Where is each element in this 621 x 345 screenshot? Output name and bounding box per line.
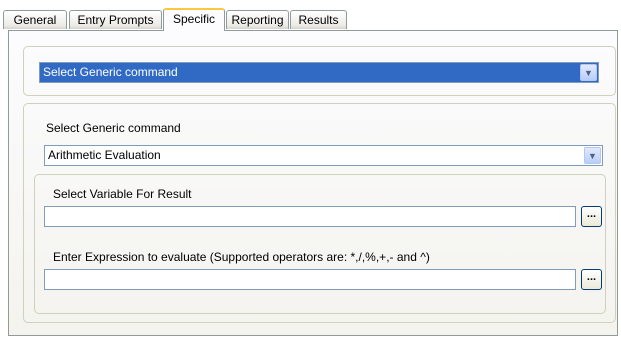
expression-label: Enter Expression to evaluate (Supported … [53, 250, 430, 264]
variable-browse-button[interactable]: ... [581, 206, 602, 227]
tab-results[interactable]: Results [290, 10, 347, 29]
expression-browse-button[interactable]: ... [581, 269, 602, 290]
expression-field[interactable] [44, 269, 576, 290]
arithmetic-settings-group: Select Variable For Result ... Enter Exp… [34, 174, 606, 314]
tab-reporting[interactable]: Reporting [226, 10, 289, 29]
tab-general[interactable]: General [3, 10, 67, 29]
generic-command-label: Select Generic command [46, 121, 181, 135]
top-command-combo[interactable]: Select Generic command ▼ [39, 62, 599, 83]
tab-entry-prompts[interactable]: Entry Prompts [69, 10, 162, 29]
generic-command-group: Select Generic command Arithmetic Evalua… [23, 103, 616, 323]
specific-panel: Select Generic command ▼ Select Generic … [8, 30, 618, 336]
tab-strip: General Entry Prompts Specific Reporting… [3, 8, 618, 31]
top-command-value: Select Generic command [43, 65, 178, 79]
variable-label: Select Variable For Result [53, 187, 192, 201]
chevron-down-icon[interactable]: ▼ [584, 147, 601, 164]
variable-field[interactable] [44, 206, 576, 227]
generic-command-value: Arithmetic Evaluation [48, 148, 161, 162]
generic-command-combo[interactable]: Arithmetic Evaluation ▼ [44, 145, 603, 166]
command-select-group: Select Generic command ▼ [23, 46, 616, 96]
chevron-down-icon[interactable]: ▼ [580, 64, 597, 81]
tab-specific[interactable]: Specific [163, 8, 225, 31]
